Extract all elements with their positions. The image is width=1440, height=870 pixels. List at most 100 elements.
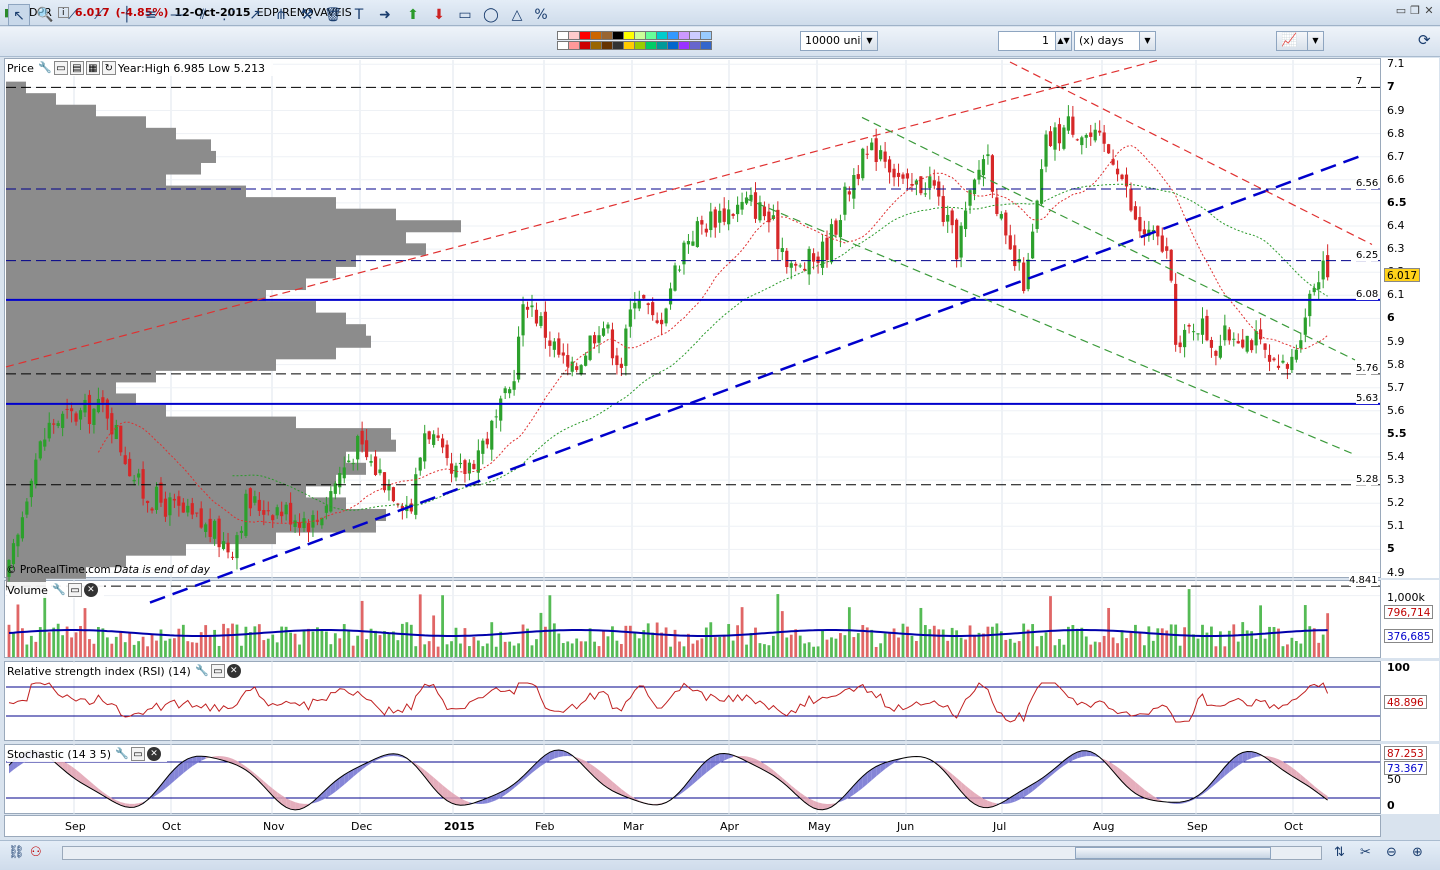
volume-profile-bar: [6, 127, 176, 140]
candle-body: [516, 336, 521, 380]
candle-body: [123, 455, 127, 465]
volume-bar: [365, 639, 368, 657]
volume-bar: [320, 630, 324, 657]
candle-body: [1218, 345, 1222, 358]
month-label: Sep: [65, 820, 86, 833]
wrench-icon[interactable]: 🔧: [38, 61, 52, 75]
candle-body: [1267, 354, 1272, 362]
volume-bar: [360, 600, 364, 657]
close-panel-icon[interactable]: ✕: [147, 747, 162, 761]
candle-body: [87, 394, 92, 425]
candle-body: [172, 498, 176, 501]
candle-body: [306, 522, 311, 532]
layers-icon[interactable]: ▤: [69, 61, 84, 75]
candle-body: [1156, 225, 1160, 237]
candle-body: [923, 193, 927, 195]
horizontal-scrollbar[interactable]: [62, 846, 1322, 860]
volume-profile-bar: [6, 220, 461, 233]
chain-icon[interactable]: ⛓: [8, 845, 25, 860]
layers-icon[interactable]: ▦: [85, 61, 100, 75]
volume-bar: [678, 641, 681, 657]
candle-body: [1196, 333, 1200, 335]
candle-body: [423, 433, 427, 462]
candle-body: [946, 214, 950, 222]
candle-body: [539, 316, 543, 326]
volume-bar: [794, 629, 798, 657]
stochastic-fill: [795, 789, 801, 799]
window-icon[interactable]: ▭: [131, 747, 146, 761]
wrench-icon[interactable]: 🔧: [115, 747, 129, 761]
candle-body: [1272, 358, 1276, 361]
chart-type-icon[interactable]: ⇅: [1334, 845, 1345, 860]
candle-body: [128, 458, 132, 477]
candle-body: [762, 206, 767, 217]
volume-bar: [1268, 626, 1271, 657]
candle-body: [525, 306, 530, 310]
level-label: 5.76: [1356, 362, 1379, 374]
candle-body: [963, 210, 968, 230]
volume-profile-bar: [6, 347, 336, 360]
month-label: May: [808, 820, 831, 833]
wrench-icon[interactable]: 🔧: [52, 583, 66, 597]
candle-body: [856, 174, 860, 179]
close-panel-icon[interactable]: ✕: [226, 664, 241, 678]
zoom-in-icon[interactable]: ⊕: [1412, 845, 1423, 860]
candle-body: [901, 174, 905, 179]
candle-body: [154, 486, 159, 510]
volume-bar: [47, 632, 51, 657]
stochastic-fill: [1215, 772, 1221, 784]
candle-body: [1326, 255, 1330, 278]
volume-bar: [499, 631, 503, 657]
volume-bar: [843, 635, 847, 657]
zoom-out-icon[interactable]: ⊖: [1386, 845, 1397, 860]
candle-body: [1232, 338, 1236, 340]
time-axis[interactable]: Sep Oct Nov Dec 2015 Feb Mar Apr May Jun Jul Aug Sep…: [4, 815, 1381, 837]
volume-bar: [298, 644, 301, 657]
candle-body: [391, 487, 396, 502]
volume-bar: [1026, 629, 1030, 657]
stochastic-fill: [290, 800, 296, 810]
candle-body: [145, 500, 150, 504]
candle-body: [34, 459, 38, 485]
candle-body: [253, 496, 257, 503]
scroll-thumb[interactable]: [1075, 847, 1271, 859]
stochastic-fill: [952, 774, 957, 786]
candle-body: [677, 269, 682, 271]
volume-bar: [570, 643, 574, 657]
window-icon[interactable]: ▭: [53, 61, 68, 75]
candle-body: [968, 190, 972, 206]
candle-body: [1227, 329, 1231, 341]
candle-body: [1098, 130, 1102, 133]
candle-body: [119, 425, 123, 453]
scissors-icon[interactable]: ✂: [1360, 845, 1371, 860]
refresh-icon[interactable]: ↻: [101, 61, 116, 75]
candle-body: [74, 413, 78, 422]
window-icon[interactable]: ▭: [67, 583, 82, 597]
candle-body: [1133, 206, 1138, 220]
volume-bar: [691, 643, 695, 657]
candle-body: [52, 423, 56, 425]
volume-bar: [1004, 639, 1008, 657]
binoculars-icon[interactable]: ⚇: [30, 845, 42, 860]
month-label: Oct: [162, 820, 182, 833]
volume-bar: [56, 623, 60, 657]
candle-body: [159, 482, 163, 503]
candle-body: [633, 302, 637, 309]
wrench-icon[interactable]: 🔧: [195, 664, 209, 678]
volume-profile-bar: [6, 277, 306, 291]
candle-body: [981, 159, 986, 176]
volume-bar: [217, 645, 221, 657]
volume-profile-bar: [6, 208, 396, 221]
candle-body: [490, 420, 494, 450]
candle-body: [1205, 315, 1209, 341]
volume-bar: [374, 630, 377, 657]
volume-bar: [1035, 646, 1039, 657]
window-icon[interactable]: ▭: [210, 664, 225, 678]
volume-profile-bar: [6, 497, 346, 510]
candle-body: [829, 224, 834, 263]
volume-bar: [1160, 628, 1164, 657]
volume-bar: [923, 625, 927, 657]
close-panel-icon[interactable]: ✕: [83, 583, 98, 597]
channel-lower-line: [744, 197, 1356, 456]
volume-bar: [1183, 627, 1187, 657]
